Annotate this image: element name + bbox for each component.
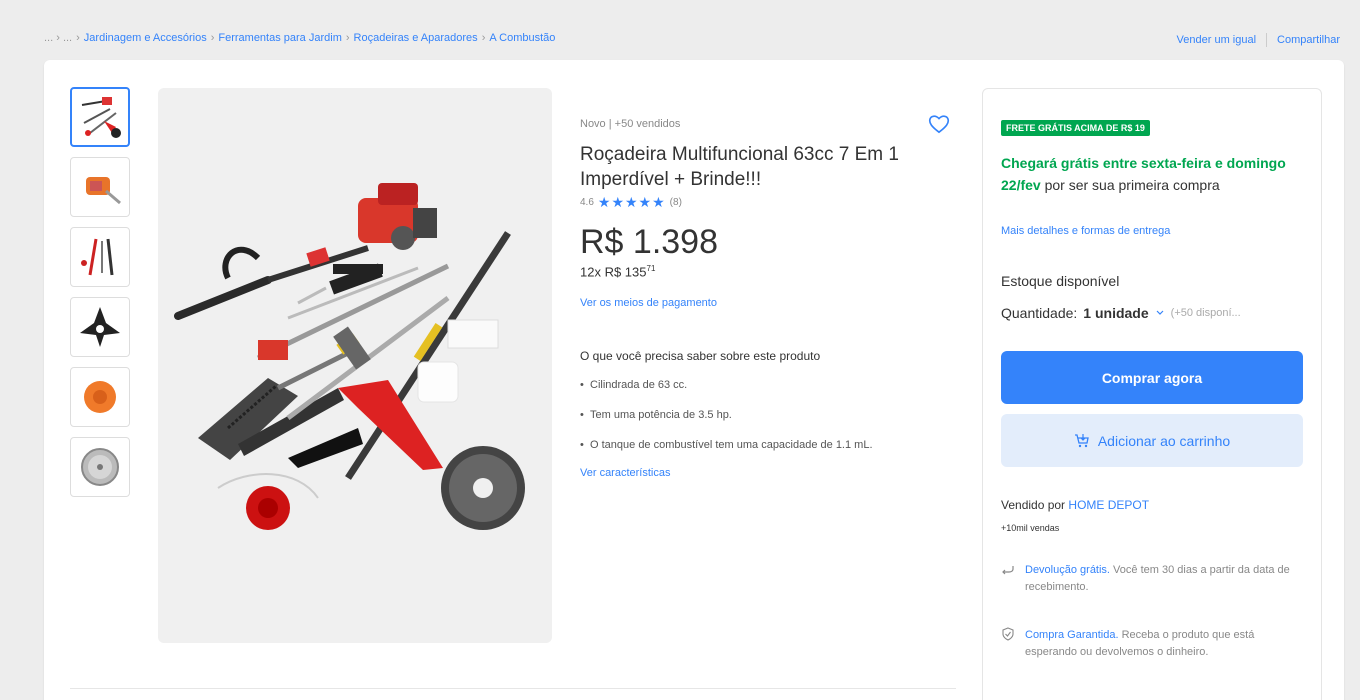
favorite-button[interactable] [928, 114, 950, 139]
installments: 12x R$ 13571 [580, 264, 970, 279]
highlights-title: O que você precisa saber sobre este prod… [580, 349, 821, 364]
return-policy-text: Devolução grátis. Você tem 30 dias a par… [1025, 562, 1295, 596]
delivery-details-link[interactable]: Mais detalhes e formas de entrega [1001, 225, 1170, 237]
shipping-condition: por ser sua primeira compra [1040, 177, 1220, 193]
quantity-selector[interactable]: Quantidade: 1 unidade (+50 disponí... [1001, 305, 1241, 321]
add-to-cart-label: Adicionar ao carrinho [1097, 432, 1231, 449]
purchase-guarantee: Compra Garantida. Receba o produto que e… [1001, 627, 1301, 661]
disc-thumbnail-image [81, 448, 119, 486]
rating[interactable]: 4.6 ★★★★★ (8) [580, 194, 970, 211]
thumbnail-list [70, 87, 130, 497]
feature-item: O tanque de combustível tem uma capacida… [580, 437, 970, 454]
feature-item: Tem uma potência de 3.5 hp. [580, 407, 970, 424]
guarantee-text: Compra Garantida. Receba o produto que e… [1025, 627, 1295, 661]
seller-link[interactable]: HOME DEPOT [1068, 498, 1149, 512]
condition-and-sales: Novo | +50 vendidos [580, 118, 681, 130]
buy-now-label: Comprar agora [1101, 369, 1203, 386]
seller-info: Vendido por HOME DEPOT [1001, 498, 1149, 512]
installments-cents: 71 [646, 264, 656, 273]
breadcrumb-item[interactable]: Roçadeiras e Aparadores [354, 32, 478, 44]
rating-value: 4.6 [580, 197, 594, 208]
quantity-available: (+50 disponí... [1170, 307, 1241, 319]
breadcrumb-separator: › [345, 32, 350, 44]
quantity-label: Quantidade: [1001, 305, 1078, 321]
free-return-link[interactable]: Devolução grátis. [1025, 564, 1110, 576]
features-list: Cilindrada de 63 cc. Tem uma potência de… [580, 377, 970, 454]
purchase-guarantee-link[interactable]: Compra Garantida. [1025, 629, 1119, 641]
add-to-cart-button[interactable]: Adicionar ao carrinho [1001, 414, 1303, 467]
buy-now-button[interactable]: Comprar agora [1001, 351, 1303, 404]
heart-icon [928, 115, 950, 134]
chevron-down-icon [1156, 310, 1164, 315]
thumbnail-engine[interactable] [70, 157, 130, 217]
product-main-image[interactable] [158, 88, 552, 643]
payment-methods-link[interactable]: Ver os meios de pagamento [580, 297, 970, 309]
product-kit-thumbnail-image [81, 97, 121, 138]
return-policy: Devolução grátis. Você tem 30 dias a par… [1001, 562, 1301, 596]
breadcrumb-item[interactable]: Ferramentas para Jardim [218, 32, 342, 44]
thumbnail-tools[interactable] [70, 227, 130, 287]
product-title: Roçadeira Multifuncional 63cc 7 Em 1 Imp… [580, 144, 899, 190]
see-features-link[interactable]: Ver características [580, 467, 970, 479]
product-info: Novo | +50 vendidos Roçadeira Multifunci… [580, 118, 970, 479]
breadcrumb-item[interactable]: A Combustão [489, 32, 555, 44]
share-link[interactable]: Compartilhar [1277, 34, 1340, 46]
sold-by-label: Vendido por [1001, 498, 1066, 512]
spool-thumbnail-image [84, 381, 116, 413]
installments-amount: 12x R$ 135 [580, 264, 647, 280]
divider [70, 688, 956, 689]
free-shipping-badge: FRETE GRÁTIS ACIMA DE R$ 19 [1001, 120, 1150, 136]
return-arrow-icon [1002, 566, 1014, 575]
rating-count: (8) [669, 197, 682, 208]
divider [1266, 33, 1268, 47]
blade-thumbnail-image [80, 307, 120, 347]
shipping-info: Chegará grátis entre sexta-feira e domin… [1001, 152, 1301, 196]
breadcrumb-item[interactable]: Jardinagem e Accesórios [84, 32, 207, 44]
thumbnail-disc[interactable] [70, 437, 130, 497]
buy-box: FRETE GRÁTIS ACIMA DE R$ 19 Chegará grát… [982, 88, 1322, 700]
breadcrumb-ellipsis[interactable]: ... › ... [44, 32, 72, 44]
sell-similar-link[interactable]: Vender um igual [1177, 34, 1257, 46]
shield-check-icon [1002, 627, 1014, 641]
thumbnail-spool[interactable] [70, 367, 130, 427]
stock-label: Estoque disponível [1001, 273, 1120, 289]
thumbnail-blade[interactable] [70, 297, 130, 357]
seller-sales: +10mil vendas [1001, 523, 1060, 533]
rating-stars: ★★★★★ [597, 194, 666, 210]
engine-thumbnail-image [86, 177, 121, 205]
quantity-value: 1 unidade [1083, 305, 1149, 321]
brush-cutter-kit-image [174, 183, 525, 530]
breadcrumb: ... › ... › Jardinagem e Accesórios › Fe… [44, 32, 555, 44]
breadcrumb-separator: › [76, 32, 80, 44]
cart-icon [1074, 433, 1089, 447]
price: R$ 1.398 [580, 223, 718, 261]
feature-item: Cilindrada de 63 cc. [580, 377, 970, 394]
product-card: Novo | +50 vendidos Roçadeira Multifunci… [44, 60, 1344, 700]
breadcrumb-separator: › [481, 32, 486, 44]
thumbnail-kit[interactable] [70, 87, 130, 147]
breadcrumb-separator: › [210, 32, 215, 44]
tools-thumbnail-image [81, 238, 114, 276]
top-actions: Vender um igual Compartilhar [1177, 33, 1340, 47]
